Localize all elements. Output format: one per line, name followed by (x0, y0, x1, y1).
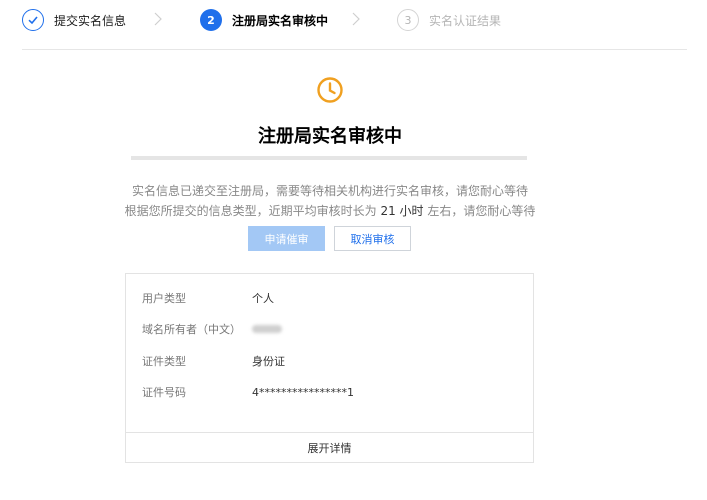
chevron-right-icon (154, 12, 162, 26)
urge-review-button[interactable]: 申请催审 (248, 226, 325, 251)
chevron-right-icon (352, 12, 360, 26)
expand-details-button[interactable]: 展开详情 (126, 432, 533, 463)
info-value: 4****************1 (252, 385, 354, 399)
status-estimate: 根据您所提交的信息类型，近期平均审核时长为 21 小时 左右，请您耐心等待 (124, 204, 536, 218)
step-label: 提交实名信息 (54, 13, 127, 28)
cancel-review-button[interactable]: 取消审核 (334, 226, 411, 251)
info-row-owner: 域名所有者（中文） (142, 321, 282, 337)
info-key: 用户类型 (142, 292, 186, 305)
info-value: 身份证 (252, 355, 285, 368)
info-key: 域名所有者（中文） (142, 323, 241, 336)
redacted-value (252, 324, 282, 333)
info-card: 用户类型 个人 域名所有者（中文） 证件类型 身份证 证件号码 4*******… (125, 273, 534, 463)
page-title: 注册局实名审核中 (258, 126, 402, 147)
header-divider (22, 49, 687, 50)
clock-icon (317, 77, 343, 103)
info-row-id-type: 证件类型 身份证 (142, 353, 285, 369)
estimate-duration: 21 小时 (380, 204, 424, 218)
progress-stepper: 提交实名信息 2 注册局实名审核中 3 实名认证结果 (0, 0, 707, 40)
step-label: 实名认证结果 (429, 13, 502, 28)
step-result: 3 实名认证结果 (397, 8, 501, 32)
status-description: 实名信息已递交至注册局，需要等待相关机构进行实名审核，请您耐心等待 (131, 184, 528, 198)
info-key: 证件号码 (142, 386, 186, 399)
info-row-user-type: 用户类型 个人 (142, 290, 274, 306)
progress-bar (131, 156, 527, 160)
info-value-redacted (252, 323, 282, 336)
info-key: 证件类型 (142, 355, 186, 368)
step-label: 注册局实名审核中 (232, 13, 329, 28)
step-submit-info: 提交实名信息 (22, 8, 126, 32)
step-number: 2 (200, 9, 222, 31)
info-row-id-number: 证件号码 4****************1 (142, 384, 354, 400)
step-review: 2 注册局实名审核中 (200, 8, 328, 32)
check-icon (22, 9, 44, 31)
info-value: 个人 (252, 292, 274, 305)
step-number: 3 (397, 9, 419, 31)
